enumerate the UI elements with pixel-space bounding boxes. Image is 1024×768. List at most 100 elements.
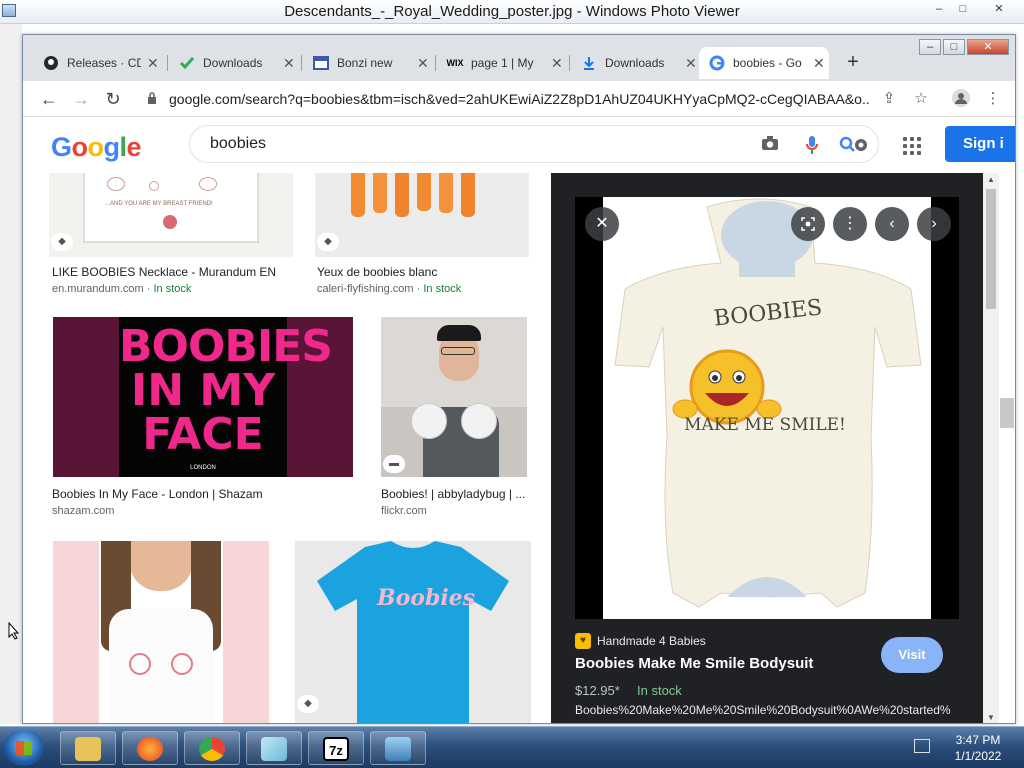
tab-close-icon[interactable]: ✕: [417, 55, 429, 72]
result-title: LIKE BOOBIES Necklace - Murandum EN: [52, 265, 277, 279]
taskbar-chrome[interactable]: [184, 731, 240, 765]
reload-icon[interactable]: ↻: [101, 87, 125, 111]
tab-strip: Releases · CD ✕ Downloads ✕ Bonzi new ✕ …: [23, 35, 1015, 81]
tab-page1[interactable]: WIX page 1 | My ✕: [437, 47, 570, 79]
start-button[interactable]: [4, 730, 44, 766]
close-button[interactable]: ✕: [986, 2, 1012, 19]
visit-button[interactable]: Visit: [881, 637, 943, 673]
photo-viewer-titlebar: Descendants_-_Royal_Wedding_poster.jpg -…: [0, 0, 1024, 24]
result-thumbnail[interactable]: [381, 317, 527, 477]
camera-search-icon[interactable]: [760, 135, 780, 155]
photo-viewer-title: Descendants_-_Royal_Wedding_poster.jpg -…: [284, 3, 740, 20]
poster-text-3: FACE: [142, 409, 264, 460]
site-favicon-icon: ♥: [575, 633, 591, 649]
download-icon: [179, 55, 195, 71]
result-thumbnail[interactable]: [53, 541, 269, 723]
share-icon[interactable]: ⇪: [879, 89, 899, 109]
bookmark-star-icon[interactable]: ☆: [911, 89, 931, 109]
result-card-yeux[interactable]: ◆ Yeux de boobies blanc caleri-flyfishin…: [315, 173, 529, 295]
7zip-icon: 7z: [323, 737, 349, 761]
search-query: boobies: [210, 135, 267, 152]
result-source: shazam.com: [52, 505, 115, 517]
tab-label: boobies - Go: [733, 56, 802, 70]
taskbar-photo-viewer[interactable]: [370, 731, 426, 765]
preview-source[interactable]: ♥ Handmade 4 Babies: [575, 633, 706, 649]
necklace-card-text: ...AND YOU ARE MY BREAST FRIEND!: [105, 201, 213, 207]
address-bar[interactable]: google.com/search?q=boobies&tbm=isch&ved…: [141, 85, 879, 113]
url-text: google.com/search?q=boobies&tbm=isch&ved…: [169, 91, 869, 107]
tab-close-icon[interactable]: ✕: [283, 55, 295, 72]
google-apps-icon[interactable]: [903, 137, 921, 155]
poster-text-1: BOOBIES: [119, 321, 333, 372]
poster-text-2: IN MY: [130, 365, 276, 416]
chrome-menu-icon[interactable]: ⋮: [983, 89, 1003, 109]
tab-releases[interactable]: Releases · CD ✕: [33, 47, 168, 79]
tab-label: page 1 | My: [471, 56, 534, 70]
shirt-text-bottom: MAKE ME SMILE!: [684, 415, 846, 435]
tab-bonzi[interactable]: Bonzi new ✕: [303, 47, 436, 79]
network-icon[interactable]: [914, 739, 930, 753]
more-options-icon[interactable]: ⋮: [833, 207, 867, 241]
chrome-maximize-button[interactable]: □: [943, 39, 965, 55]
preview-stock: In stock: [637, 683, 682, 698]
microphone-icon[interactable]: [802, 135, 822, 155]
profile-avatar-icon[interactable]: [951, 89, 971, 109]
taskbar-7zip[interactable]: 7z: [308, 731, 364, 765]
result-source: caleri-flyfishing.com · In stock: [317, 283, 462, 295]
result-thumbnail[interactable]: [315, 173, 529, 257]
next-image-icon[interactable]: ›: [917, 207, 951, 241]
preview-image[interactable]: BOOBIES MAKE ME SMILE!: [575, 197, 959, 619]
wix-icon: WIX: [446, 58, 464, 68]
tab-downloads-1[interactable]: Downloads ✕: [169, 47, 302, 79]
photo-viewer-scrollbar-thumb[interactable]: [1000, 398, 1014, 428]
system-clock[interactable]: 3:47 PM 1/1/2022: [938, 732, 1018, 764]
sign-in-button[interactable]: Sign i: [945, 126, 1015, 162]
taskbar-notepad[interactable]: [246, 731, 302, 765]
result-card-shazam[interactable]: BOOBIES IN MY FACE LONDON Boobies In My …: [52, 317, 353, 527]
tab-close-icon[interactable]: ✕: [147, 55, 159, 72]
tab-boobies-search[interactable]: boobies - Go ✕: [699, 47, 829, 79]
google-logo[interactable]: Google: [51, 132, 142, 163]
photo-viewer-background: [0, 24, 22, 724]
result-card-flickr[interactable]: ▬ Boobies! | abbyladybug | ... flickr.co…: [381, 317, 527, 527]
image-tag-icon: ▬: [383, 455, 405, 473]
search-settings-icon[interactable]: [838, 135, 867, 155]
poster-small-text: LONDON: [190, 465, 216, 471]
tab-close-icon[interactable]: ✕: [813, 55, 825, 72]
taskbar: 7z 3:47 PM 1/1/2022: [0, 726, 1024, 768]
lens-search-icon[interactable]: [791, 207, 825, 241]
taskbar-explorer[interactable]: [60, 731, 116, 765]
explorer-icon: [75, 737, 101, 761]
notepad-icon: [261, 737, 287, 761]
result-thumbnail[interactable]: BOOBIES IN MY FACE LONDON: [53, 317, 353, 477]
shopping-tag-icon: ◆: [317, 233, 339, 251]
tab-downloads-2[interactable]: Downloads ✕: [571, 47, 699, 79]
previous-image-icon[interactable]: ‹: [875, 207, 909, 241]
preview-title[interactable]: Boobies Make Me Smile Bodysuit: [575, 655, 813, 672]
download-icon: [581, 55, 597, 71]
close-preview-icon[interactable]: ✕: [585, 207, 619, 241]
tab-label: Releases · CD: [67, 56, 141, 70]
result-card-blue-tshirt[interactable]: Boobies ◆: [295, 541, 531, 723]
result-card-woman-tshirt[interactable]: [53, 541, 269, 723]
scrollbar-thumb[interactable]: [986, 189, 996, 309]
result-thumbnail[interactable]: Boobies: [295, 541, 531, 723]
chrome-close-button[interactable]: ✕: [967, 39, 1009, 55]
result-source: en.murandum.com · In stock: [52, 283, 192, 295]
search-box[interactable]: boobies: [189, 125, 879, 163]
result-thumbnail[interactable]: ...AND YOU ARE MY BREAST FRIEND!: [49, 173, 293, 257]
firefox-icon: [137, 737, 163, 761]
tab-close-icon[interactable]: ✕: [685, 55, 697, 72]
new-tab-icon[interactable]: +: [841, 51, 865, 75]
maximize-button[interactable]: □: [950, 2, 976, 19]
forward-arrow-icon[interactable]: →: [69, 87, 93, 111]
result-card-necklace[interactable]: ...AND YOU ARE MY BREAST FRIEND! ◆ LIKE …: [49, 173, 293, 295]
taskbar-firefox[interactable]: [122, 731, 178, 765]
chrome-minimize-button[interactable]: –: [919, 39, 941, 55]
tab-close-icon[interactable]: ✕: [551, 55, 563, 72]
minimize-button[interactable]: –: [926, 2, 952, 19]
browser-toolbar: ← → ↻ google.com/search?q=boobies&tbm=is…: [23, 81, 1015, 117]
shopping-tag-icon: ◆: [51, 233, 73, 251]
back-arrow-icon[interactable]: ←: [37, 87, 61, 111]
page-scrollbar[interactable]: ▲ ▼: [983, 173, 999, 723]
